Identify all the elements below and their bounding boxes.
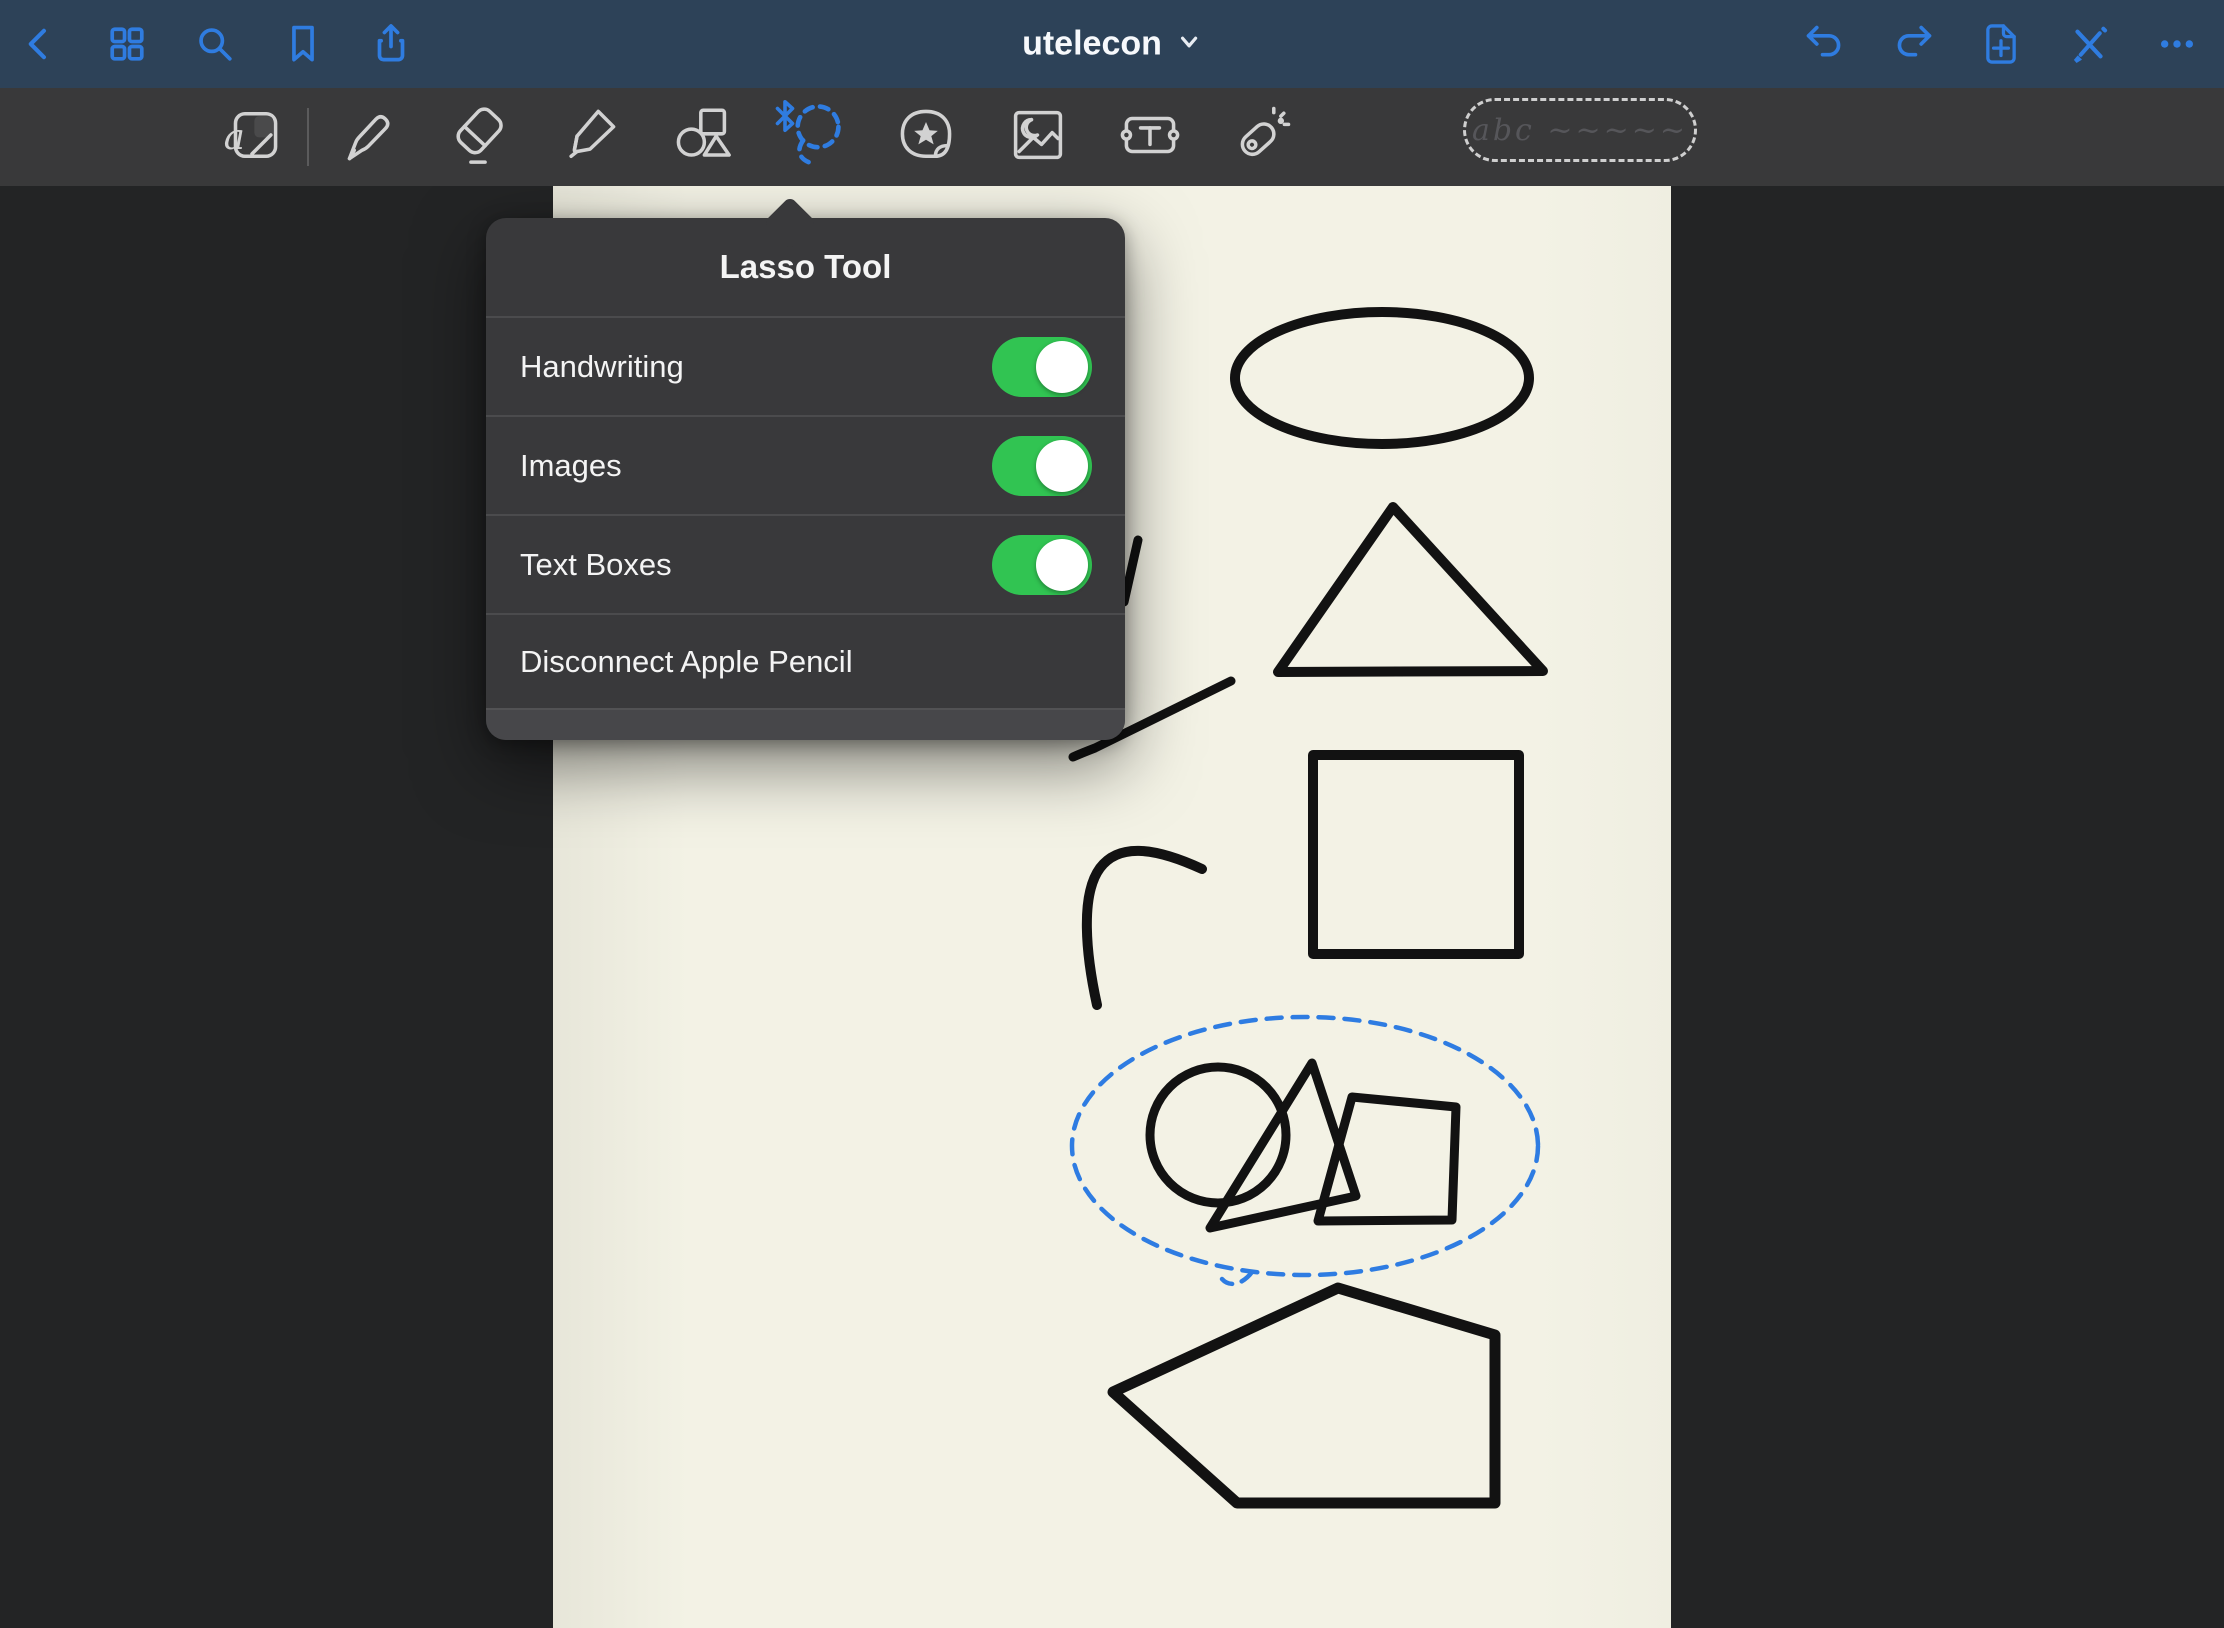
back-icon (16, 21, 62, 67)
pointer-icon (1229, 102, 1295, 173)
sticker-tool[interactable] (893, 98, 959, 176)
handwriting-preview-area[interactable]: abc ~~~~~ (1463, 98, 1697, 162)
toggle-knob (1036, 539, 1088, 591)
handwriting-label: Handwriting (520, 349, 684, 385)
popover-footer (486, 708, 1125, 740)
undo-icon (1802, 21, 1848, 67)
search-button[interactable] (192, 21, 238, 67)
pen-tool[interactable] (333, 98, 399, 176)
back-button[interactable] (16, 21, 62, 67)
toggle-knob (1036, 341, 1088, 393)
stop-editing-button[interactable] (2066, 21, 2112, 67)
lasso-tool[interactable] (781, 98, 847, 176)
zoom-window-tool[interactable]: a (219, 98, 285, 176)
images-toggle[interactable] (992, 436, 1092, 496)
zoom-window-icon: a (219, 102, 285, 173)
handwriting-toggle[interactable] (992, 337, 1092, 397)
tools-toolbar: a (0, 88, 2224, 186)
text-icon (1117, 102, 1183, 173)
text-boxes-toggle[interactable] (992, 535, 1092, 595)
disconnect-apple-pencil-label: Disconnect Apple Pencil (520, 644, 853, 680)
navigation-bar: utelecon (0, 0, 2224, 88)
chevron-down-icon (1176, 25, 1202, 64)
toolbar-divider (307, 108, 309, 166)
text-boxes-row: Text Boxes (486, 516, 1125, 615)
shapes-icon (669, 102, 735, 173)
disconnect-apple-pencil-button[interactable]: Disconnect Apple Pencil (486, 615, 1125, 708)
image-icon (1005, 102, 1071, 173)
bookmark-icon (280, 21, 326, 67)
share-icon (368, 21, 414, 67)
svg-text:a: a (224, 117, 245, 158)
popover-title: Lasso Tool (486, 218, 1125, 318)
handwriting-row: Handwriting (486, 318, 1125, 417)
images-row: Images (486, 417, 1125, 516)
redo-button[interactable] (1890, 21, 1936, 67)
add-page-button[interactable] (1978, 21, 2024, 67)
stop-editing-icon (2066, 21, 2112, 67)
undo-button[interactable] (1802, 21, 1848, 67)
thumbnails-grid-icon (104, 21, 150, 67)
highlighter-icon (557, 102, 623, 173)
images-label: Images (520, 448, 622, 484)
nav-left-group (16, 21, 414, 67)
eraser-icon (445, 102, 511, 173)
share-button[interactable] (368, 21, 414, 67)
thumbnails-button[interactable] (104, 21, 150, 67)
bluetooth-icon (773, 98, 797, 139)
handwriting-preview-text: abc ~~~~~ (1472, 113, 1688, 148)
redo-icon (1890, 21, 1936, 67)
sticker-icon (893, 102, 959, 173)
eraser-tool[interactable] (445, 98, 511, 176)
bookmark-button[interactable] (280, 21, 326, 67)
image-tool[interactable] (1005, 98, 1071, 176)
app-screen: { "navbar": { "title": "utelecon", "left… (0, 0, 2224, 1628)
lasso-tool-popover: Lasso Tool Handwriting Images Text Boxes… (486, 218, 1125, 740)
more-icon (2154, 21, 2200, 67)
document-title-menu[interactable]: utelecon (1022, 25, 1202, 64)
pointer-tool[interactable] (1229, 98, 1295, 176)
text-boxes-label: Text Boxes (520, 547, 672, 583)
toggle-knob (1036, 440, 1088, 492)
document-title: utelecon (1022, 25, 1162, 64)
shapes-tool[interactable] (669, 98, 735, 176)
text-tool[interactable] (1117, 98, 1183, 176)
pen-icon (333, 102, 399, 173)
highlighter-tool[interactable] (557, 98, 623, 176)
search-icon (192, 21, 238, 67)
nav-right-group (1802, 21, 2200, 67)
add-page-icon (1978, 21, 2024, 67)
more-button[interactable] (2154, 21, 2200, 67)
